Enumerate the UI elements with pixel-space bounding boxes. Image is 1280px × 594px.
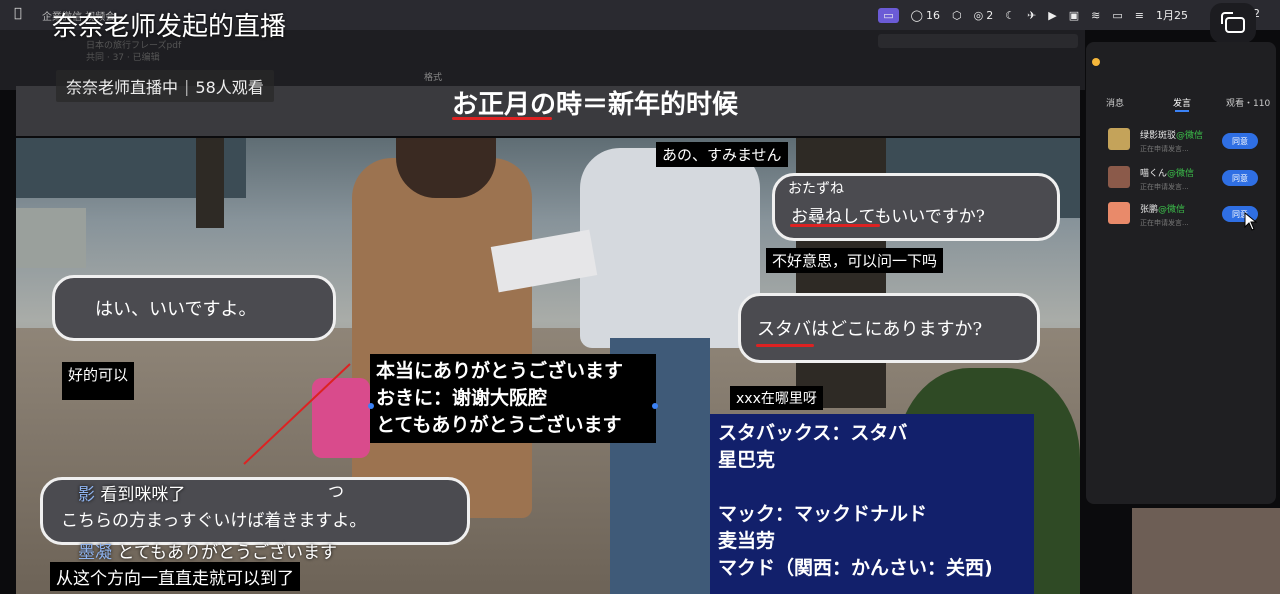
live-title: 奈奈老师发起的直播 bbox=[52, 12, 287, 42]
caption-haode: 好的可以 bbox=[62, 362, 135, 400]
pointer-line bbox=[243, 363, 351, 465]
vocab-line: マクド（関西：かんさい：关西) bbox=[718, 557, 993, 579]
bubble-staba: スタバはどこにありますか? bbox=[738, 293, 1040, 363]
chat-text: 看到咪咪了 bbox=[100, 485, 186, 505]
wechat-icon: ◎ bbox=[973, 8, 984, 22]
thanks-line: おきに：谢谢大阪腔 bbox=[376, 387, 548, 409]
search-field[interactable] bbox=[878, 34, 1078, 48]
doc-meta: 共同 · 37 · 已编辑 bbox=[86, 53, 160, 63]
banner-underline bbox=[452, 117, 552, 120]
caption-xxx: xxx在哪里呀 bbox=[730, 386, 823, 410]
bubble-hai: はい、いいですよ。 bbox=[52, 275, 336, 341]
avatar bbox=[1108, 202, 1130, 224]
agree-button[interactable]: 同意 bbox=[1222, 170, 1258, 186]
rotate-icon bbox=[1221, 12, 1245, 33]
thanks-line: 本当にありがとうございます bbox=[376, 360, 624, 382]
caption-cong: 从这个方向一直直走就可以到了 bbox=[50, 562, 300, 591]
row-user-name: 喵くん@微信 bbox=[1140, 169, 1195, 179]
vocab-box: スタバックス：スタバ 星巴克 マック：マックドナルド 麦当劳 マクド（関西：かん… bbox=[710, 414, 1034, 594]
tab-messages[interactable]: 消息 bbox=[1106, 96, 1124, 109]
chat-message: 墨凝 とてもありがとうございます bbox=[78, 538, 337, 563]
tab-underline bbox=[1175, 110, 1189, 112]
tab-viewers[interactable]: 观看・110 bbox=[1226, 96, 1270, 109]
selection-handle[interactable] bbox=[652, 403, 658, 409]
live-count-indicator[interactable]: ◯ 16 bbox=[911, 9, 940, 22]
moon-icon[interactable]: ☾ bbox=[1005, 9, 1015, 22]
chat-text: とてもありがとうございます bbox=[117, 543, 338, 563]
live-status-bar: 奈奈老师直播中 | 58人观看 bbox=[56, 70, 274, 102]
menubar-status-area: ▭ ◯ 16 ⬡ ◎ 2 ☾ ✈ ▶ ▣ ≋ ▭ ≡ 1月25 bbox=[878, 7, 1188, 23]
caption-fuhao: 不好意思，可以问一下吗 bbox=[766, 248, 944, 273]
vocab-line: 星巴克 bbox=[718, 449, 776, 471]
vocab-line: スタバックス：スタバ bbox=[718, 422, 908, 444]
format-menu[interactable]: 格式 bbox=[424, 70, 442, 83]
play-icon[interactable]: ▶ bbox=[1048, 9, 1056, 22]
vocab-line: マック：マックドナルド bbox=[718, 503, 928, 525]
row-user-name: 张鹏@微信 bbox=[1140, 205, 1186, 215]
wall bbox=[16, 208, 86, 268]
row-user-name: 绿影斑驳@微信 bbox=[1140, 131, 1204, 141]
man-in-jacket bbox=[580, 148, 760, 348]
control-center-icon[interactable]: ≡ bbox=[1135, 9, 1144, 22]
selection-handle[interactable] bbox=[368, 403, 374, 409]
menubar-date[interactable]: 1月25 bbox=[1156, 7, 1188, 23]
window-dot-icon[interactable] bbox=[1092, 58, 1100, 66]
chat-bubble-icon: ◯ bbox=[910, 8, 923, 22]
status-separator: | bbox=[184, 76, 190, 96]
cursor-icon bbox=[1244, 212, 1258, 231]
otazune-ruby: おたずね bbox=[788, 181, 844, 197]
shield-icon[interactable]: ⬡ bbox=[952, 9, 962, 22]
otazune-underline bbox=[790, 224, 880, 227]
staba-underline bbox=[756, 344, 814, 347]
viewer-count: 58人观看 bbox=[195, 78, 264, 97]
woman-in-coat bbox=[352, 158, 532, 518]
chat-message: 影 看到咪咪了 bbox=[78, 480, 185, 505]
airplane-icon[interactable]: ✈ bbox=[1027, 9, 1036, 22]
rotate-screen-button[interactable] bbox=[1210, 3, 1256, 43]
chat-user-name: 墨凝 bbox=[78, 543, 112, 563]
keyboard-icon[interactable]: ▣ bbox=[1069, 9, 1079, 22]
vocab-line bbox=[718, 474, 1026, 501]
thanks-box: 本当にありがとうございます おきに：谢谢大阪腔 とてもありがとうございます bbox=[370, 354, 656, 443]
vocab-line: 麦当劳 bbox=[718, 530, 776, 552]
wifi-icon[interactable]: ≋ bbox=[1091, 9, 1100, 22]
agree-button[interactable]: 同意 bbox=[1222, 133, 1258, 149]
live-status: 奈奈老师直播中 bbox=[66, 78, 179, 97]
thanks-line: とてもありがとうございます bbox=[376, 414, 622, 436]
avatar bbox=[1108, 128, 1130, 150]
row-status: 正在申请发言... bbox=[1140, 145, 1189, 153]
chat-user-name: 影 bbox=[78, 485, 95, 505]
banner-text: お正月の時＝新年的时候 bbox=[452, 90, 739, 120]
screen-share-icon[interactable]: ▭ bbox=[878, 7, 899, 23]
caption-tsu: つ bbox=[328, 482, 345, 501]
avatar bbox=[1108, 166, 1130, 188]
row-status: 正在申请发言... bbox=[1140, 183, 1189, 191]
hair bbox=[396, 138, 496, 198]
battery-icon[interactable]: ▭ bbox=[1112, 9, 1122, 22]
wechat-indicator[interactable]: ◎ 2 bbox=[974, 9, 994, 22]
presenter-camera[interactable] bbox=[1132, 508, 1280, 594]
apple-icon[interactable]:  bbox=[14, 6, 22, 21]
tree-trunk bbox=[196, 138, 224, 228]
tab-speak[interactable]: 发言 bbox=[1173, 96, 1191, 109]
row-status: 正在申请发言... bbox=[1140, 219, 1189, 227]
caption-ano: あの、すみません bbox=[656, 142, 788, 167]
